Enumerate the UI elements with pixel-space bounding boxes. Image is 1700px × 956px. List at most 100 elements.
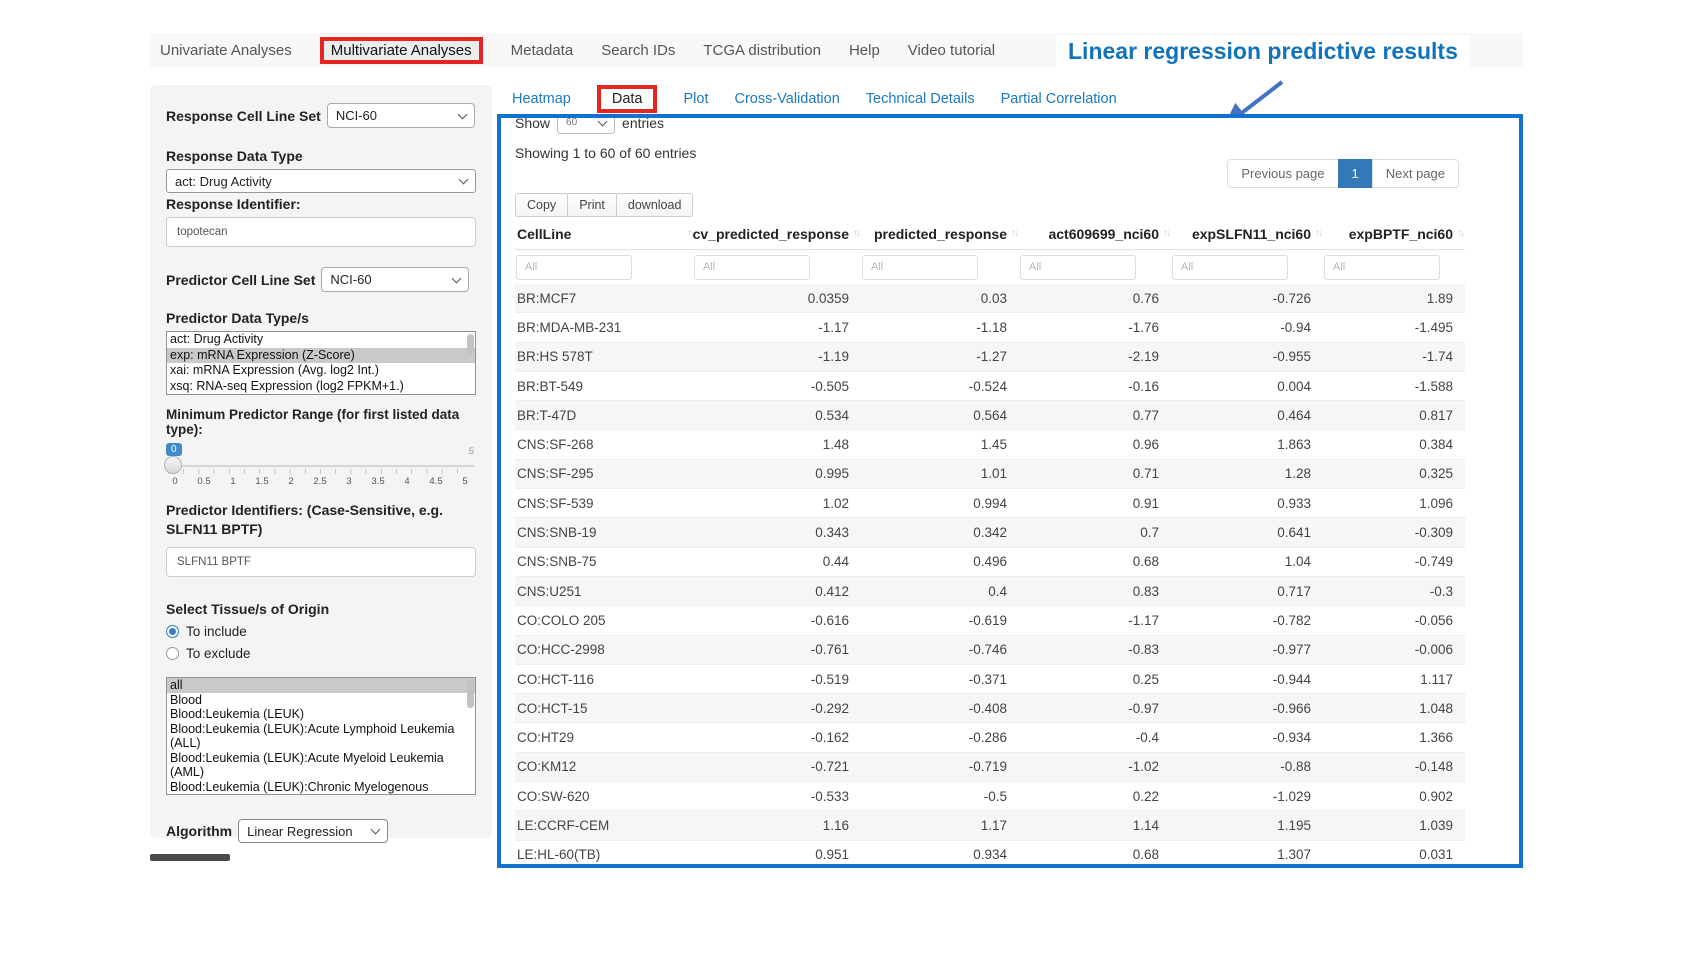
listbox-option[interactable]: Blood:Leukemia (LEUK):Acute Lymphoid Leu… — [167, 722, 475, 751]
table-row[interactable]: CNS:U2510.4120.40.830.717-0.3 — [515, 577, 1465, 606]
sort-icon[interactable]: ↑↓ — [1163, 228, 1169, 239]
table-row[interactable]: CO:HCC-2998-0.761-0.746-0.83-0.977-0.006 — [515, 636, 1465, 665]
entries-label: entries — [622, 115, 664, 131]
tissue-include-radio[interactable]: To include — [166, 624, 476, 639]
table-row[interactable]: CO:HCT-116-0.519-0.3710.25-0.9441.117 — [515, 665, 1465, 694]
print-button[interactable]: Print — [567, 193, 617, 217]
listbox-option[interactable]: Blood:Leukemia (LEUK):Acute Myeloid Leuk… — [167, 751, 475, 780]
predictor-identifiers-input[interactable] — [166, 547, 476, 577]
response-identifier-input[interactable] — [166, 217, 476, 247]
table-row[interactable]: CNS:SF-2681.481.450.961.8630.384 — [515, 430, 1465, 459]
tab-cross-validation[interactable]: Cross-Validation — [734, 91, 839, 107]
table-row[interactable]: LE:HL-60(TB)0.9510.9340.681.3070.031 — [515, 841, 1465, 868]
scrollbar-thumb[interactable] — [467, 334, 474, 354]
value-cell: 0.641 — [1171, 525, 1323, 540]
slider-track[interactable] — [166, 465, 474, 467]
page-length-select[interactable]: 60 — [557, 114, 615, 134]
predictor-cell-line-set-select[interactable]: NCI-60 — [321, 267, 469, 292]
table-row[interactable]: CNS:SF-5391.020.9940.910.9331.096 — [515, 489, 1465, 518]
nav-item-univariate-analyses[interactable]: Univariate Analyses — [160, 42, 292, 59]
column-filter-input-predicted_response[interactable] — [862, 255, 978, 280]
table-row[interactable]: LE:CCRF-CEM1.161.171.141.1951.039 — [515, 811, 1465, 840]
current-page-button[interactable]: 1 — [1338, 159, 1373, 188]
value-cell: 0.902 — [1323, 789, 1465, 804]
table-row[interactable]: CO:COLO 205-0.616-0.619-1.17-0.782-0.056 — [515, 606, 1465, 635]
value-cell: -0.966 — [1171, 701, 1323, 716]
download-button[interactable]: download — [616, 193, 694, 217]
sort-icon[interactable]: ↑↓ — [1011, 228, 1017, 239]
column-filter-input-expbptf_nci60[interactable] — [1324, 255, 1440, 280]
value-cell: 0.68 — [1019, 554, 1171, 569]
tissue-exclude-radio[interactable]: To exclude — [166, 646, 476, 661]
response-cell-line-set-select[interactable]: NCI-60 — [327, 103, 475, 128]
column-header-act609699_nci60[interactable]: act609699_nci60↑↓ — [1019, 226, 1171, 242]
copy-button[interactable]: Copy — [515, 193, 568, 217]
slider-tick-label: 4.5 — [427, 476, 445, 487]
column-header-cv_predicted_response[interactable]: cv_predicted_response↑↓ — [693, 226, 861, 242]
column-filter-input-expslfn11_nci60[interactable] — [1172, 255, 1288, 280]
value-cell: -1.27 — [861, 349, 1019, 364]
table-row[interactable]: CO:HCT-15-0.292-0.408-0.97-0.9661.048 — [515, 694, 1465, 723]
tab-data[interactable]: Data — [597, 85, 658, 113]
table-row[interactable]: CO:KM12-0.721-0.719-1.02-0.88-0.148 — [515, 753, 1465, 782]
listbox-option[interactable]: all — [167, 678, 475, 693]
table-row[interactable]: CNS:SNB-190.3430.3420.70.641-0.309 — [515, 518, 1465, 547]
nav-item-metadata[interactable]: Metadata — [511, 42, 574, 59]
table-row[interactable]: BR:BT-549-0.505-0.524-0.160.004-1.588 — [515, 372, 1465, 401]
nav-item-multivariate-analyses[interactable]: Multivariate Analyses — [320, 37, 483, 64]
table-row[interactable]: CO:SW-620-0.533-0.50.22-1.0290.902 — [515, 782, 1465, 811]
listbox-option[interactable]: xsq: RNA-seq Expression (log2 FPKM+1.) — [167, 379, 475, 395]
value-cell: 0.68 — [1019, 847, 1171, 862]
listbox-option[interactable]: exp: mRNA Expression (Z-Score) — [167, 348, 475, 364]
tissue-listbox[interactable]: allBloodBlood:Leukemia (LEUK)Blood:Leuke… — [166, 677, 476, 795]
value-cell: 1.17 — [861, 818, 1019, 833]
tab-technical-details[interactable]: Technical Details — [866, 91, 975, 107]
listbox-option[interactable]: act: Drug Activity — [167, 332, 475, 348]
nav-item-tcga-distribution[interactable]: TCGA distribution — [703, 42, 821, 59]
next-page-button[interactable]: Next page — [1372, 159, 1459, 188]
column-filter-input-cellline[interactable] — [516, 255, 632, 280]
value-cell: -0.408 — [861, 701, 1019, 716]
listbox-option[interactable]: Blood — [167, 693, 475, 708]
column-header-expslfn11_nci60[interactable]: expSLFN11_nci60 ↑↓ — [1171, 226, 1323, 242]
nav-item-help[interactable]: Help — [849, 42, 880, 59]
slider-handle[interactable] — [164, 456, 182, 474]
nav-item-video-tutorial[interactable]: Video tutorial — [908, 42, 995, 59]
table-row[interactable]: BR:MDA-MB-231-1.17-1.18-1.76-0.94-1.495 — [515, 313, 1465, 342]
table-row[interactable]: CNS:SF-2950.9951.010.711.280.325 — [515, 460, 1465, 489]
cell-line-cell: CO:COLO 205 — [515, 613, 693, 628]
listbox-option[interactable]: Blood:Leukemia (LEUK):Chronic Myelogenou… — [167, 780, 475, 796]
sort-icon[interactable]: ↑↓ — [1315, 228, 1321, 239]
value-cell: 0.7 — [1019, 525, 1171, 540]
scrollbar-thumb[interactable] — [467, 680, 474, 708]
tab-partial-correlation[interactable]: Partial Correlation — [1001, 91, 1117, 107]
nav-item-search-ids[interactable]: Search IDs — [601, 42, 675, 59]
table-row[interactable]: CO:HT29-0.162-0.286-0.4-0.9341.366 — [515, 723, 1465, 752]
value-cell: -0.761 — [693, 642, 861, 657]
response-data-type-select[interactable]: act: Drug Activity — [166, 169, 476, 193]
algorithm-select[interactable]: Linear Regression — [238, 819, 388, 843]
tab-heatmap[interactable]: Heatmap — [512, 91, 571, 107]
value-cell: 0.325 — [1323, 466, 1465, 481]
value-cell: -0.97 — [1019, 701, 1171, 716]
column-header-cellline[interactable]: CellLine↑↓ — [515, 226, 693, 242]
column-header-expbptf_nci60[interactable]: expBPTF_nci60↑↓ — [1323, 226, 1465, 242]
tab-plot[interactable]: Plot — [683, 91, 708, 107]
value-cell: -1.19 — [693, 349, 861, 364]
column-filter-input-cv_predicted_response[interactable] — [694, 255, 810, 280]
column-header-predicted_response[interactable]: predicted_response↑↓ — [861, 226, 1019, 242]
radio-unselected-icon — [166, 647, 179, 660]
column-header-label: expSLFN11_nci60 — [1192, 226, 1311, 242]
table-row[interactable]: CNS:SNB-750.440.4960.681.04-0.749 — [515, 548, 1465, 577]
table-row[interactable]: BR:MCF70.03590.030.76-0.7261.89 — [515, 284, 1465, 313]
table-row[interactable]: BR:HS 578T-1.19-1.27-2.19-0.955-1.74 — [515, 343, 1465, 372]
column-filter-input-act609699_nci60[interactable] — [1020, 255, 1136, 280]
listbox-option[interactable]: xai: mRNA Expression (Avg. log2 Int.) — [167, 363, 475, 379]
sort-icon[interactable]: ↑↓ — [1457, 228, 1463, 239]
previous-page-button[interactable]: Previous page — [1227, 159, 1338, 188]
table-row[interactable]: BR:T-47D0.5340.5640.770.4640.817 — [515, 401, 1465, 430]
sort-icon[interactable]: ↑↓ — [853, 228, 859, 239]
listbox-option[interactable]: Blood:Leukemia (LEUK) — [167, 707, 475, 722]
predictor-data-types-listbox[interactable]: act: Drug Activityexp: mRNA Expression (… — [166, 331, 476, 395]
value-cell: 0.004 — [1171, 379, 1323, 394]
